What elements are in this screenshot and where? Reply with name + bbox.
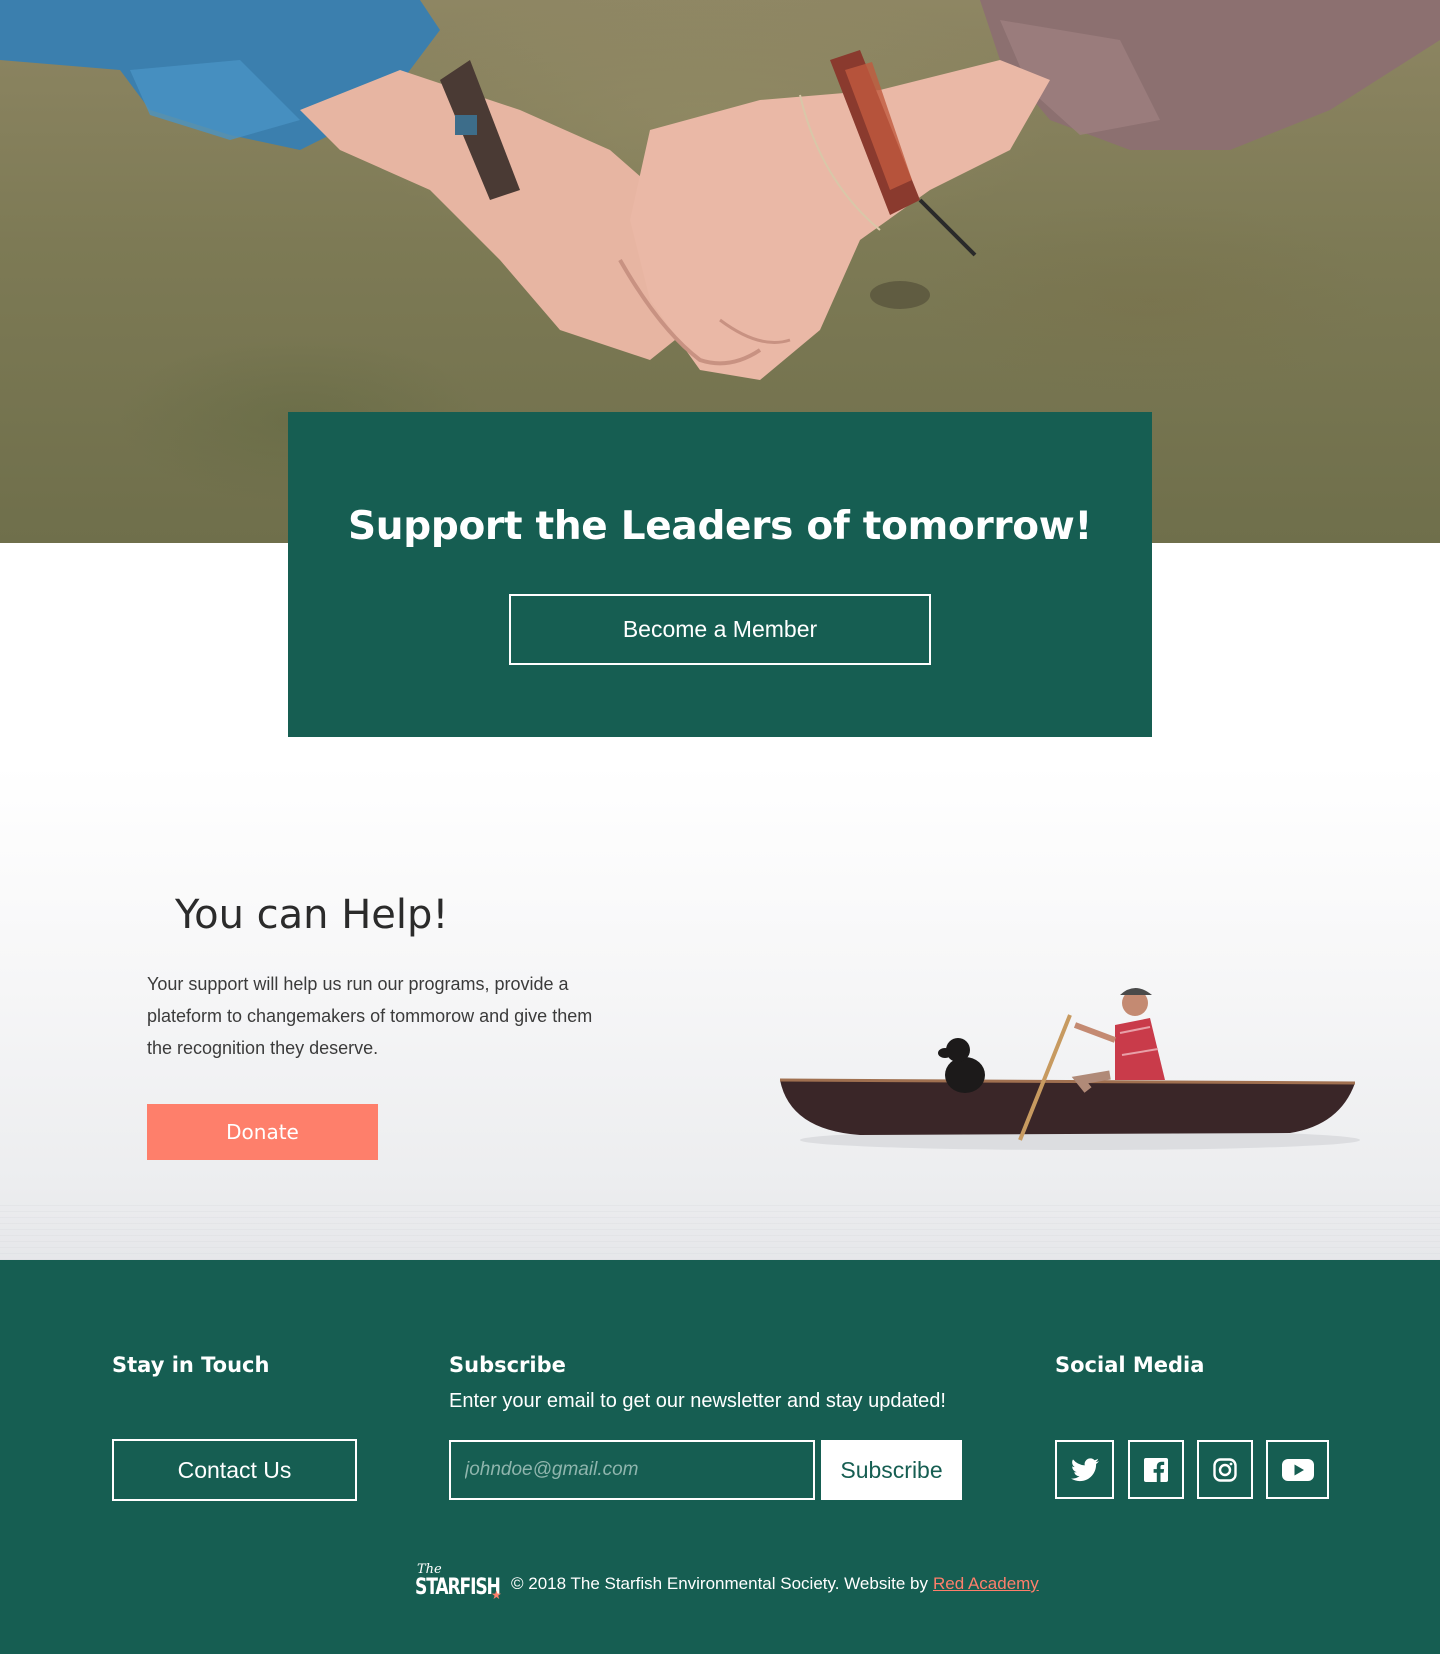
copyright-text: © 2018 The Starfish Environmental Societ… — [511, 1574, 928, 1593]
twitter-link[interactable] — [1055, 1440, 1114, 1499]
logo-name-text: STARFISH — [415, 1575, 501, 1600]
footer: Stay in Touch Contact Us Subscribe Enter… — [0, 1260, 1440, 1654]
subscribe-description: Enter your email to get our newsletter a… — [449, 1390, 946, 1412]
youtube-icon — [1281, 1458, 1314, 1481]
donate-button[interactable]: Donate — [147, 1104, 378, 1160]
help-description: Your support will help us run our progra… — [147, 974, 593, 1058]
help-section: You can Help! Your support will help us … — [0, 765, 1440, 1260]
facebook-icon — [1144, 1457, 1168, 1482]
subscribe-heading: Subscribe — [449, 1353, 566, 1377]
youtube-link[interactable] — [1266, 1440, 1329, 1499]
water-texture — [0, 1200, 1440, 1260]
facebook-link[interactable] — [1128, 1440, 1184, 1499]
email-input[interactable] — [449, 1440, 815, 1500]
starfish-logo: The STARFISH ★ — [415, 1562, 503, 1606]
cta-title: Support the Leaders of tomorrow! — [347, 504, 1093, 549]
instagram-link[interactable] — [1197, 1440, 1253, 1499]
subscribe-button[interactable]: Subscribe — [821, 1440, 962, 1500]
contact-us-button[interactable]: Contact Us — [112, 1439, 357, 1501]
twitter-icon — [1070, 1457, 1099, 1481]
logo-star-icon: ★ — [491, 1588, 502, 1602]
become-member-button[interactable]: Become a Member — [509, 594, 931, 665]
canoe-illustration — [779, 988, 1360, 1150]
red-academy-link[interactable]: Red Academy — [933, 1574, 1039, 1594]
footer-bottom-line: The STARFISH ★ © 2018 The Starfish Envir… — [415, 1562, 1039, 1606]
cta-card: Support the Leaders of tomorrow! Become … — [288, 412, 1152, 737]
stay-in-touch-heading: Stay in Touch — [112, 1353, 270, 1377]
social-media-heading: Social Media — [1055, 1353, 1205, 1377]
help-title: You can Help! — [175, 892, 449, 938]
instagram-icon — [1213, 1457, 1237, 1482]
